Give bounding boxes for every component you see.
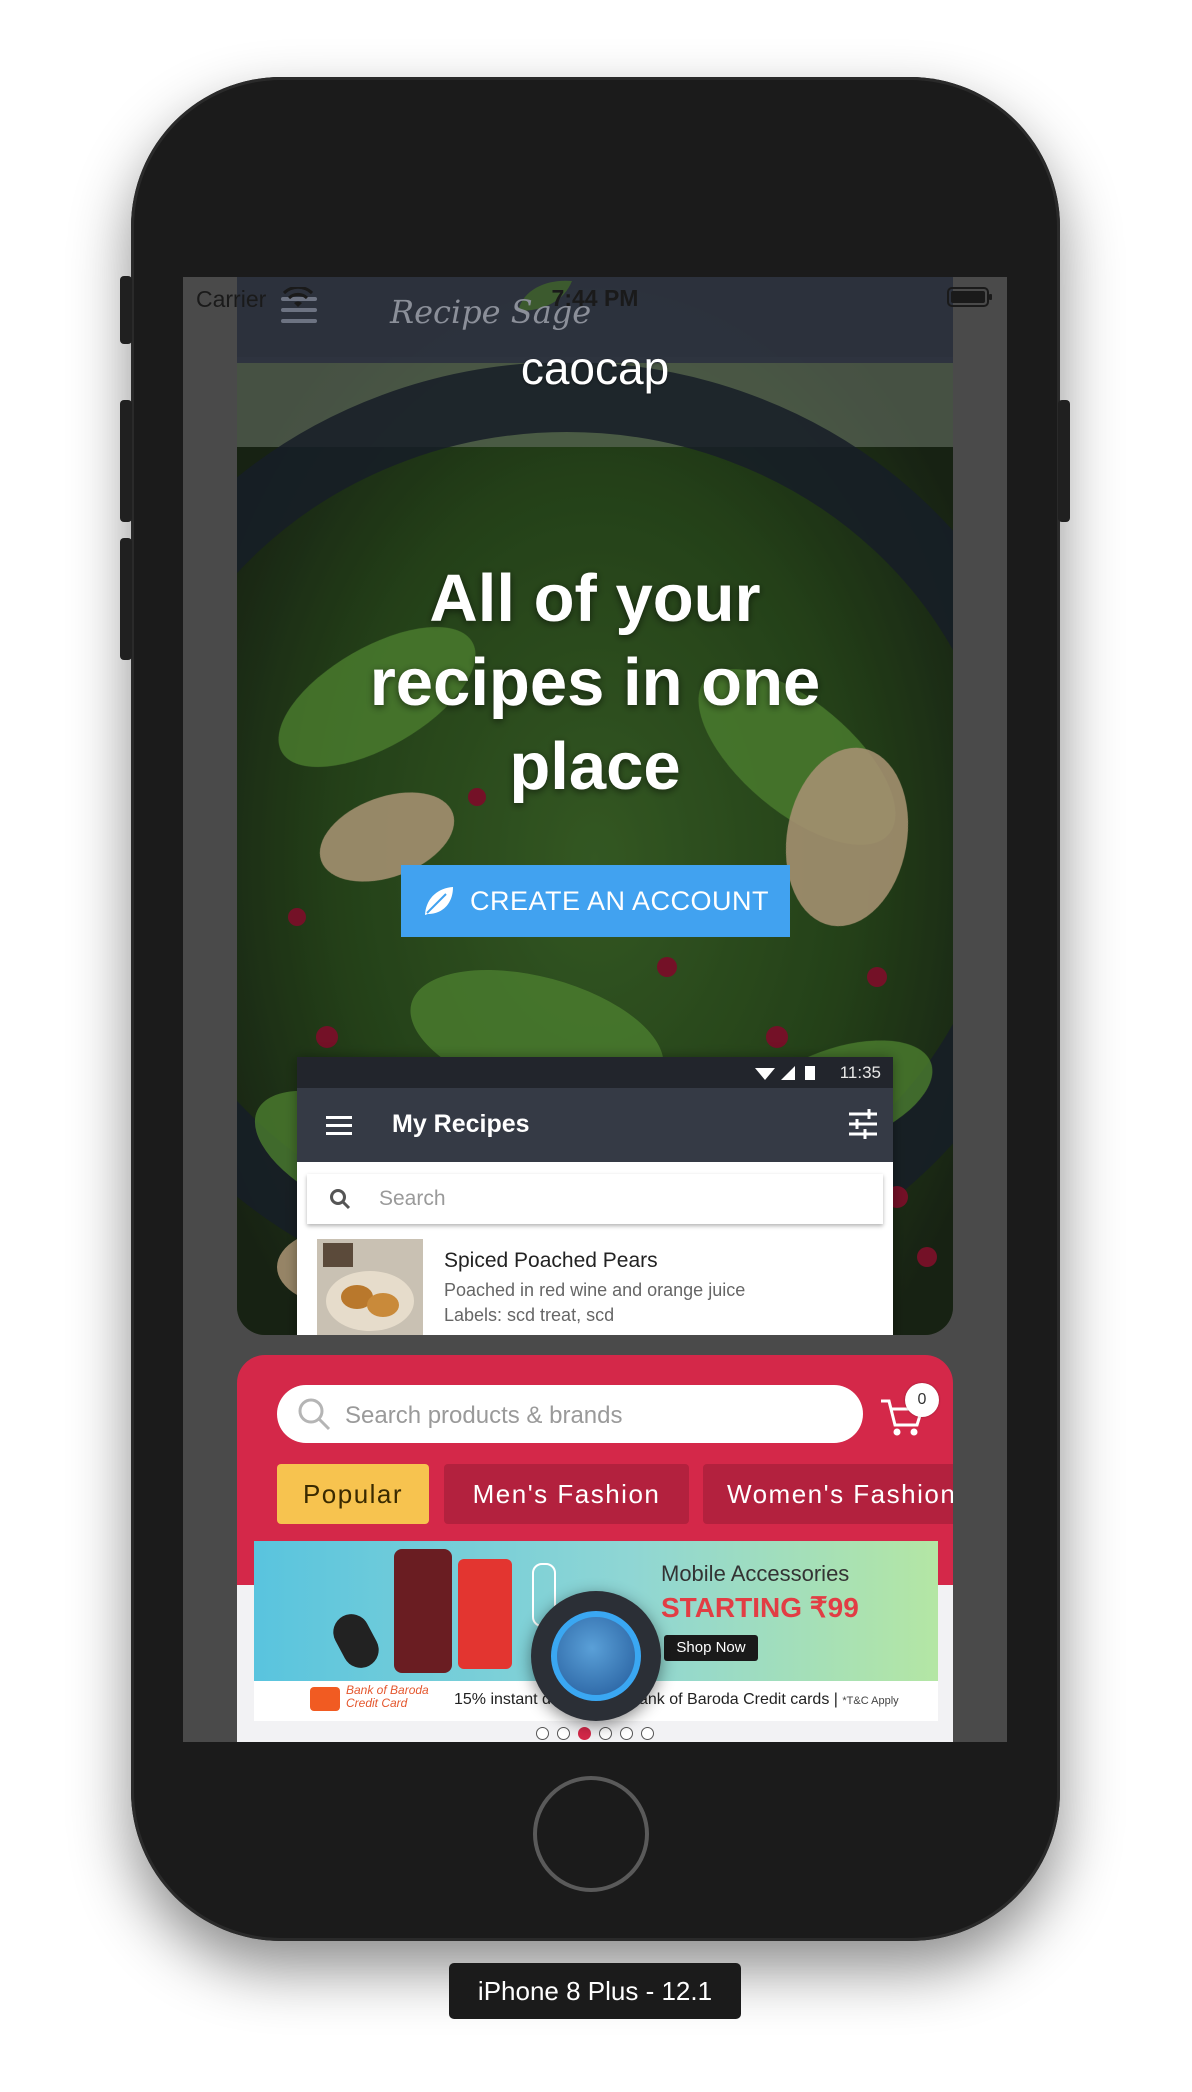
- product-search-input[interactable]: Search products & brands: [277, 1385, 863, 1443]
- create-account-label: CREATE AN ACCOUNT: [469, 885, 770, 916]
- carousel-dot[interactable]: [620, 1727, 633, 1740]
- shop-now-button[interactable]: Shop Now: [664, 1635, 758, 1661]
- my-recipes-title: My Recipes: [392, 1110, 530, 1138]
- recipe-labels: Labels: scd treat, scd: [444, 1305, 615, 1325]
- home-button[interactable]: [533, 1776, 649, 1892]
- banner-price: STARTING ₹99: [661, 1592, 859, 1623]
- android-search-field[interactable]: Search: [307, 1174, 883, 1224]
- screen: Carrier 7:44 PM Recipe Sage caocap All o…: [183, 277, 1007, 1742]
- tab-womens-fashion[interactable]: Women's Fashion: [703, 1464, 953, 1524]
- status-time: 7:44 PM: [551, 285, 639, 311]
- tab-popular[interactable]: Popular: [277, 1464, 429, 1524]
- tune-icon[interactable]: [847, 1108, 879, 1140]
- carousel-dot[interactable]: [641, 1727, 654, 1740]
- carousel-dot[interactable]: [578, 1727, 591, 1740]
- caocap-overlay-text: caocap: [520, 342, 670, 394]
- bank-name: Bank of Baroda Credit Card: [346, 1683, 429, 1710]
- recipe-list-item[interactable]: Spiced Poached Pears Poached in red wine…: [297, 1237, 893, 1335]
- android-toolbar: My Recipes: [297, 1088, 893, 1162]
- device-label: iPhone 8 Plus - 12.1: [449, 1963, 741, 2019]
- carousel-dot[interactable]: [599, 1727, 612, 1740]
- android-time: 11:35: [839, 1063, 881, 1082]
- recipe-thumbnail: [317, 1239, 423, 1335]
- android-search-placeholder: Search: [379, 1187, 446, 1210]
- carousel-dot[interactable]: [557, 1727, 570, 1740]
- bluetooth-earpiece-image: [326, 1607, 386, 1675]
- product-search-placeholder: Search products & brands: [345, 1402, 623, 1429]
- recipe-title: Spiced Poached Pears: [444, 1249, 658, 1272]
- carousel-dots: [237, 1727, 953, 1742]
- tab-mens-fashion[interactable]: Men's Fashion: [444, 1464, 689, 1524]
- assistive-touch-button[interactable]: [531, 1591, 661, 1721]
- menu-icon[interactable]: [326, 1116, 352, 1140]
- search-icon: [298, 1398, 331, 1431]
- power-bank-image: [458, 1559, 512, 1669]
- volume-down-button: [120, 538, 132, 660]
- banner-heading: Mobile Accessories: [661, 1561, 850, 1586]
- cart-count-badge: 0: [905, 1383, 939, 1417]
- bank-offer-text: 15% instant discount on Bank of Baroda C…: [454, 1691, 899, 1708]
- android-app-preview: 11:35 My Recipes Search Spiced Poached P…: [297, 1057, 893, 1335]
- recipe-sage-card[interactable]: Recipe Sage caocap All of your recipes i…: [237, 277, 953, 1335]
- carousel-dot[interactable]: [536, 1727, 549, 1740]
- bank-logo: [310, 1687, 340, 1711]
- battery-icon: [947, 287, 992, 307]
- phone-case-image: [394, 1549, 452, 1673]
- volume-up-button: [120, 400, 132, 522]
- hero-title: All of your recipes in one place: [369, 561, 821, 804]
- mute-switch: [120, 276, 132, 344]
- search-icon: [330, 1189, 351, 1210]
- android-status-bar: 11:35: [297, 1057, 893, 1088]
- power-button: [1058, 400, 1070, 522]
- ios-status-bar: Carrier 7:44 PM: [183, 277, 1007, 319]
- signal-icons: [755, 1066, 815, 1080]
- create-account-button[interactable]: CREATE AN ACCOUNT: [401, 865, 790, 937]
- leaf-icon: [424, 887, 453, 915]
- recipe-description: Poached in red wine and orange juice: [444, 1280, 746, 1300]
- assistive-ring-icon: [551, 1611, 641, 1701]
